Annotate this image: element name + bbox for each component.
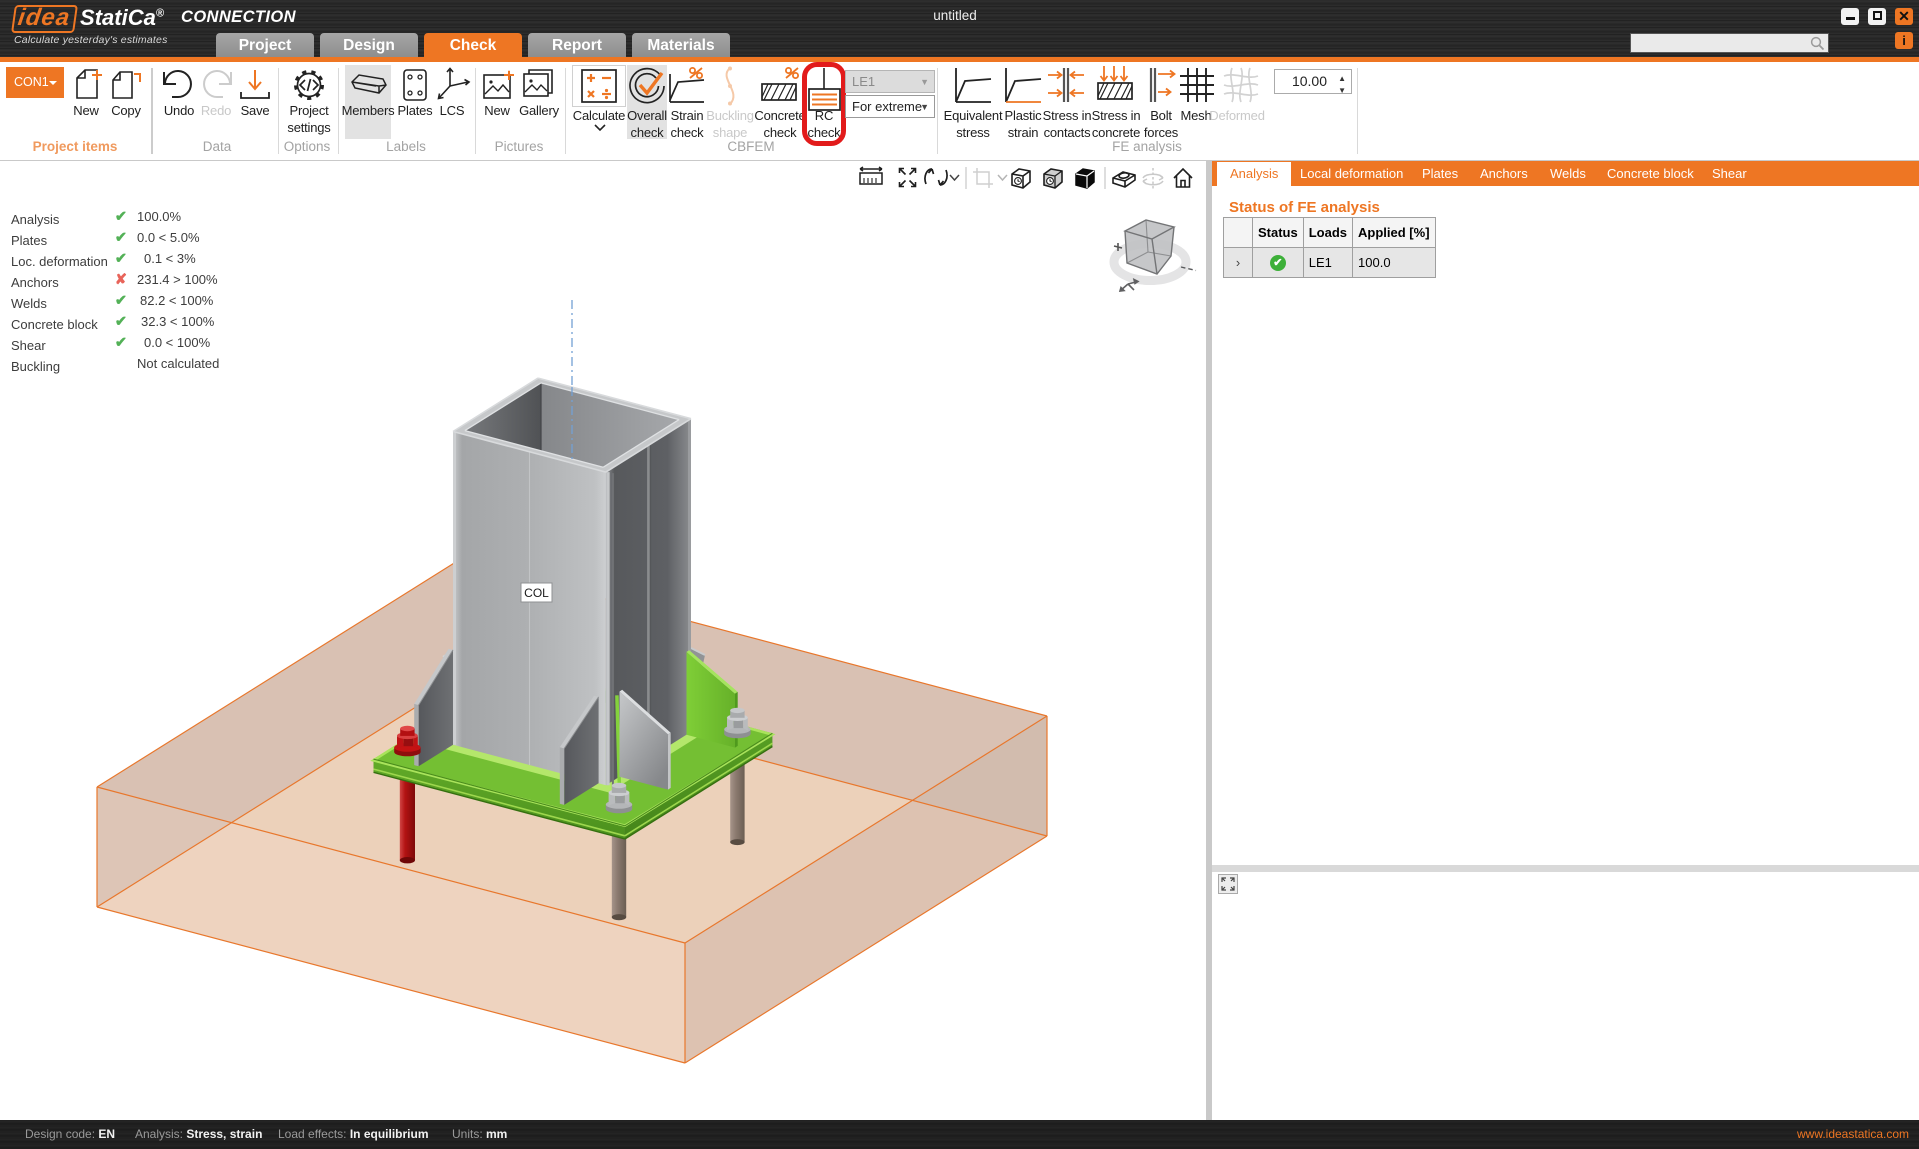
svg-text:COL: COL	[524, 586, 549, 600]
